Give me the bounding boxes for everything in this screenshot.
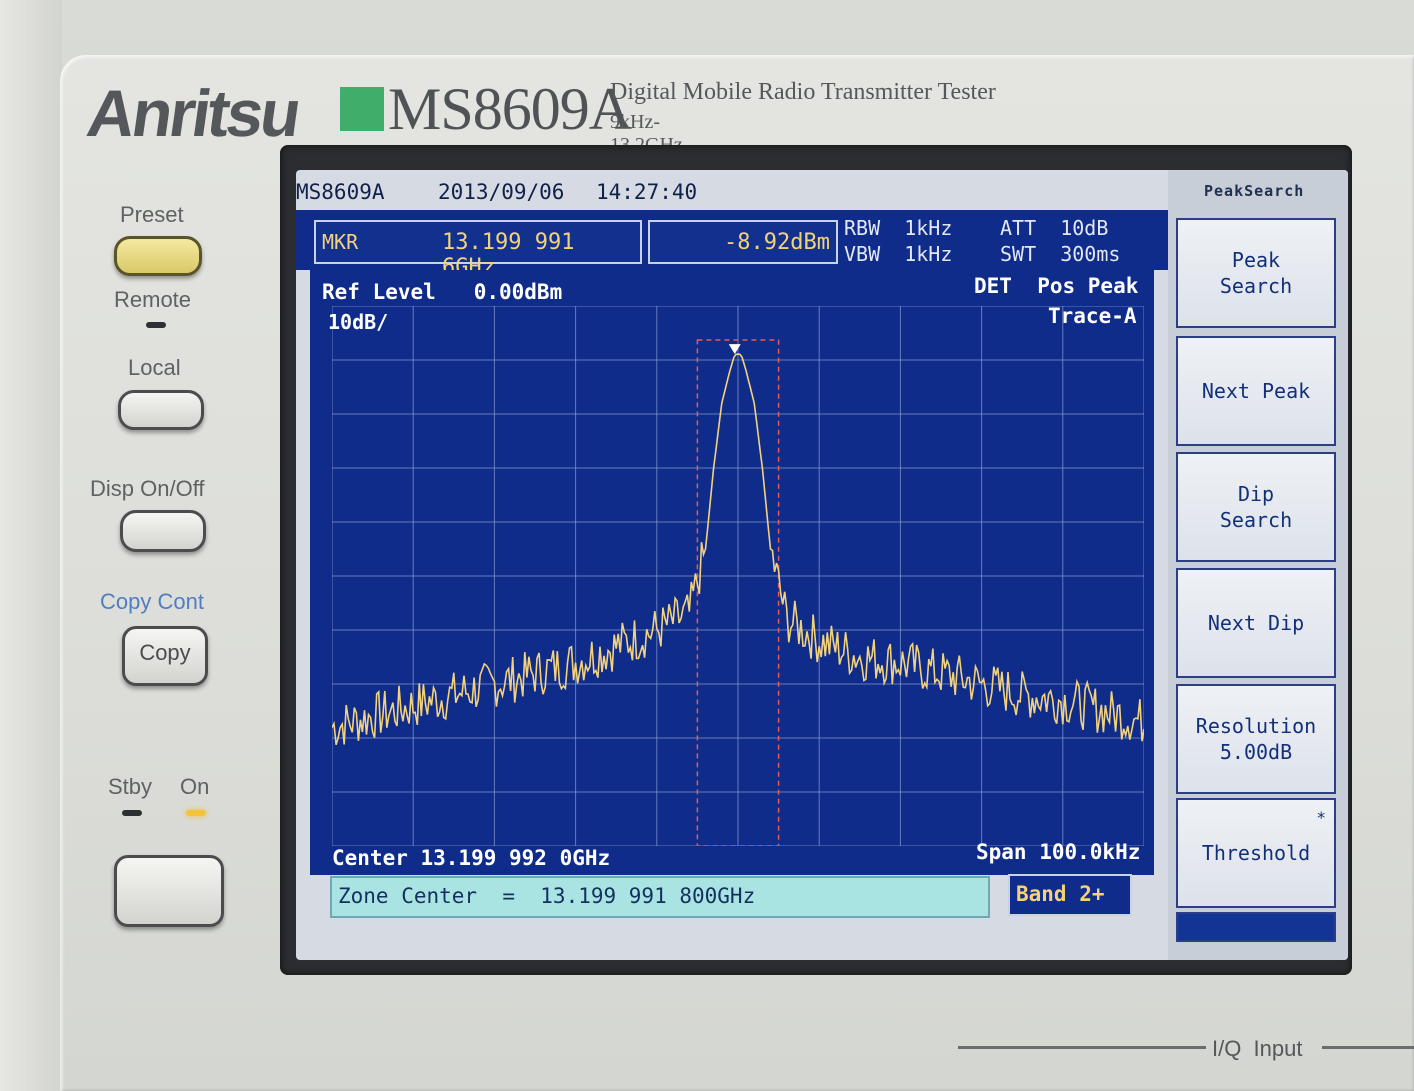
copy-cont-label: Copy Cont [100, 589, 204, 614]
iq-divider-right [1322, 1046, 1414, 1049]
swt-setting: SWT 300ms [1000, 242, 1121, 266]
zone-center: Zone Center = 13.199 991 800GHz [338, 884, 756, 908]
screen-model: MS8609A [296, 180, 385, 204]
softkey-resolution[interactable]: Resolution 5.00dB [1176, 684, 1336, 794]
marker-triangle-icon [728, 344, 741, 355]
detector-mode: DET Pos Peak [974, 274, 1139, 298]
softkey-label: Next Dip [1207, 611, 1305, 635]
marker-level: -8.92dBm [724, 230, 830, 255]
remote-led [146, 322, 166, 328]
display-screen: MS8609A 2013/09/06 14:27:40 MKR 13.199 9… [296, 170, 1348, 960]
screen-time: 14:27:40 [596, 180, 698, 204]
marker-label: MKR [322, 230, 359, 254]
power-button[interactable] [114, 855, 224, 927]
ref-level: Ref Level 0.00dBm [322, 280, 563, 304]
product-subtitle: Digital Mobile Radio Transmitter Tester [610, 79, 996, 105]
logo-square-icon [340, 87, 384, 131]
vbw-setting: VBW 1kHz [844, 242, 953, 266]
stby-led [122, 810, 142, 816]
preset-label: Preset [120, 202, 184, 227]
iq-input-label: I/Q Input [1212, 1036, 1303, 1061]
softkey-peak-search[interactable]: Peak Search [1176, 218, 1336, 328]
spectrum-plot [332, 306, 1144, 846]
screen-date: 2013/09/06 [438, 180, 565, 204]
model-name: MS8609A [388, 76, 632, 142]
softkey-next-peak[interactable]: Next Peak [1176, 336, 1336, 446]
marker-level-readout: -8.92dBm [648, 220, 838, 264]
rbw-setting: RBW 1kHz [844, 216, 953, 240]
band-indicator: Band 2+ [1008, 874, 1132, 916]
local-label: Local [128, 355, 181, 380]
remote-label: Remote [114, 287, 192, 312]
softkey-next-dip[interactable]: Next Dip [1176, 568, 1336, 678]
scale-per-div: 10dB/ [328, 310, 389, 334]
copy-button-label: Copy [139, 640, 191, 665]
on-label: On [180, 774, 210, 799]
threshold-mark: * [1316, 808, 1326, 827]
softkey-title: PeakSearch [1204, 182, 1305, 200]
softkey-label: Next Peak [1201, 379, 1311, 403]
device-edge [0, 0, 62, 1091]
softkey-label: Peak Search [1219, 248, 1293, 298]
disp-onoff-label: Disp On/Off [90, 476, 205, 501]
on-led [186, 810, 206, 816]
softkey-label: Threshold [1201, 841, 1311, 865]
att-setting: ATT 10dB [1000, 216, 1109, 240]
softkey-threshold[interactable]: * Threshold [1176, 798, 1336, 908]
band-label: Band 2+ [1016, 882, 1105, 906]
span-frequency: Span 100.0kHz [976, 840, 1141, 864]
marker-readout: MKR 13.199 991 6GHz [314, 220, 642, 280]
softkey-label: Resolution 5.00dB [1195, 714, 1317, 764]
preset-button[interactable] [114, 236, 202, 276]
trace-name: Trace-A [1048, 304, 1137, 328]
center-frequency: Center 13.199 992 0GHz [332, 846, 611, 870]
stby-label: Stby [108, 774, 153, 799]
softkey-dip-search[interactable]: Dip Search [1176, 452, 1336, 562]
copy-button[interactable]: Copy [122, 626, 208, 686]
zone-center-box: Zone Center = 13.199 991 800GHz [330, 876, 990, 918]
softkey-label: Dip Search [1219, 482, 1293, 532]
disp-onoff-button[interactable] [120, 510, 206, 552]
local-button[interactable] [118, 390, 204, 430]
anritsu-logo: Anritsu [82, 76, 304, 150]
softkey-blank [1176, 912, 1336, 942]
iq-divider-left [958, 1046, 1206, 1049]
